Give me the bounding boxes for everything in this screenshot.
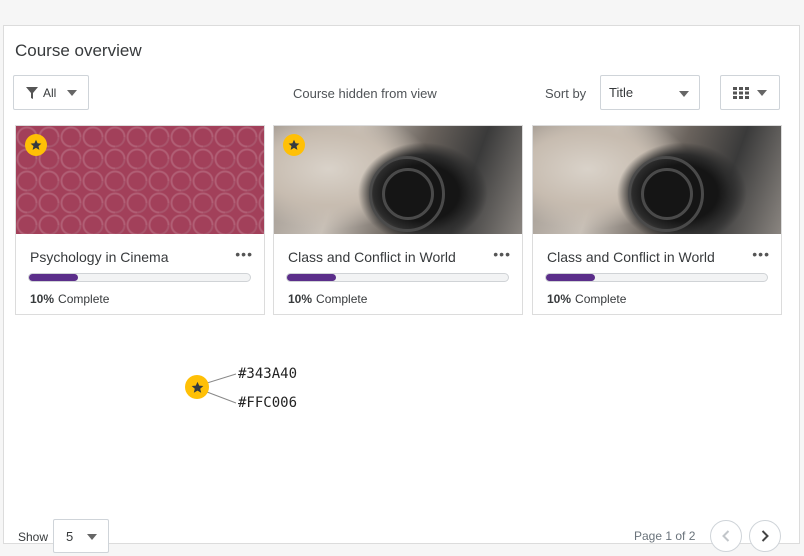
legend-badge-color: #FFC006 <box>238 395 298 411</box>
progress-bar <box>286 273 509 282</box>
progress-text: 10% Complete <box>288 292 367 306</box>
progress-fill <box>546 274 595 281</box>
course-name[interactable]: Class and Conflict in World <box>288 249 456 265</box>
progress-fill <box>287 274 336 281</box>
filter-dropdown[interactable]: All <box>13 75 89 110</box>
chevron-left-icon <box>722 530 730 542</box>
course-image[interactable] <box>533 126 781 234</box>
progress-percent: 10% <box>288 292 313 306</box>
page-indicator: Page 1 of 2 <box>634 529 696 543</box>
star-icon <box>30 139 42 150</box>
prev-page-button[interactable] <box>710 520 742 552</box>
caret-down-icon <box>679 91 689 97</box>
lens-ring <box>382 168 434 220</box>
page-size-select[interactable]: 5 <box>53 519 109 553</box>
legend-star-badge <box>185 375 209 399</box>
sort-select[interactable]: Title <box>600 75 700 110</box>
star-badge <box>283 134 305 156</box>
grid-view-icon <box>733 86 749 99</box>
course-overview-panel: Course overview All Course hidden from v… <box>3 25 800 553</box>
progress-text: 10% Complete <box>30 292 109 306</box>
course-name[interactable]: Class and Conflict in World <box>547 249 715 265</box>
caret-down-icon <box>67 89 78 96</box>
star-icon <box>191 381 203 393</box>
more-dots-icon[interactable]: ••• <box>235 246 253 262</box>
complete-label: Complete <box>316 292 368 306</box>
hidden-courses-link[interactable]: Course hidden from view <box>293 86 437 101</box>
caret-down-icon <box>87 534 97 540</box>
show-label: Show <box>18 530 49 544</box>
next-page-button[interactable] <box>749 520 781 552</box>
progress-bar <box>545 273 768 282</box>
view-toggle-button[interactable] <box>720 75 780 110</box>
funnel-icon <box>26 86 38 99</box>
legend-icon-color: #343A40 <box>238 366 298 382</box>
progress-fill <box>29 274 78 281</box>
progress-percent: 10% <box>547 292 572 306</box>
course-card[interactable]: Psychology in Cinema ••• 10% Complete <box>15 125 265 315</box>
complete-label: Complete <box>58 292 110 306</box>
chevron-right-icon <box>761 530 769 542</box>
course-card[interactable]: Class and Conflict in World ••• 10% Compl… <box>273 125 523 315</box>
course-name[interactable]: Psychology in Cinema <box>30 249 169 265</box>
sort-label: Sort by <box>545 86 587 101</box>
star-icon <box>288 139 300 150</box>
progress-bar <box>28 273 251 282</box>
course-card[interactable]: Class and Conflict in World ••• 10% Compl… <box>532 125 782 315</box>
more-dots-icon[interactable]: ••• <box>752 246 770 262</box>
filter-label: All <box>43 85 57 100</box>
sort-value: Title <box>609 85 634 100</box>
complete-label: Complete <box>575 292 627 306</box>
progress-percent: 10% <box>30 292 55 306</box>
page-size-value: 5 <box>66 528 74 544</box>
caret-down-icon <box>757 89 767 96</box>
progress-text: 10% Complete <box>547 292 626 306</box>
star-badge <box>25 134 47 156</box>
course-image[interactable] <box>16 126 264 234</box>
more-dots-icon[interactable]: ••• <box>493 246 511 262</box>
page-title: Course overview <box>15 41 142 60</box>
lens-ring <box>641 168 693 220</box>
course-image[interactable] <box>274 126 522 234</box>
